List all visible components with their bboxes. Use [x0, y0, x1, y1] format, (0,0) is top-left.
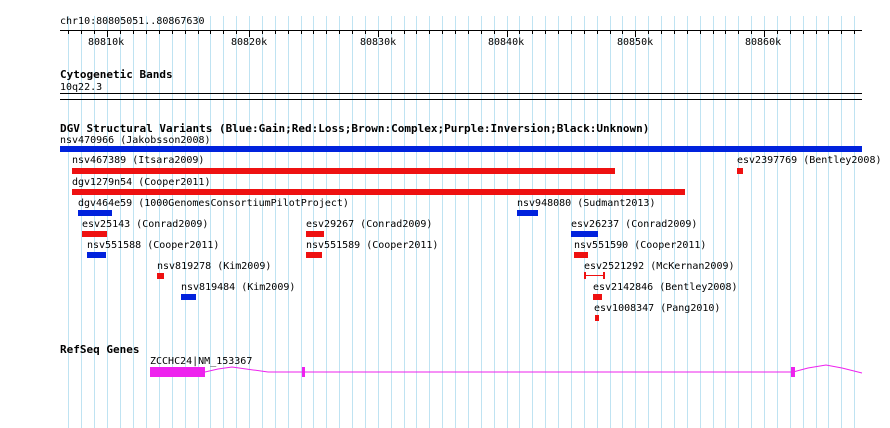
ruler-major-tick [107, 30, 108, 37]
loss-variant-bar[interactable] [593, 294, 602, 300]
loss-variant-bar[interactable] [82, 231, 107, 237]
variant-label[interactable]: nsv551590 (Cooper2011) [574, 240, 706, 251]
variant-label[interactable]: nsv470966 (Jakobsson2008) [60, 135, 211, 146]
cytoband-bottom-line [60, 99, 862, 100]
variant-label[interactable]: nsv551588 (Cooper2011) [87, 240, 219, 251]
ruler-tick-label: 80810k [88, 37, 125, 48]
ruler-major-tick [507, 30, 508, 37]
ruler-axis [60, 30, 862, 31]
loss-variant-bar[interactable] [737, 168, 743, 174]
variant-label[interactable]: nsv948080 (Sudmant2013) [517, 198, 655, 209]
ruler-tick-label: 80820k [231, 37, 268, 48]
variant-label[interactable]: nsv467389 (Itsara2009) [72, 155, 204, 166]
ruler-major-tick [764, 30, 765, 37]
variant-label[interactable]: nsv819278 (Kim2009) [157, 261, 271, 272]
variant-label[interactable]: dgv464e59 (1000GenomesConsortiumPilotPro… [78, 198, 349, 209]
gene-model[interactable] [0, 362, 890, 382]
variant-label[interactable]: esv29267 (Conrad2009) [306, 219, 432, 230]
genome-browser-view: chr10:80805051..80867630 80810k 80820k 8… [0, 0, 890, 428]
dgv-track-title: DGV Structural Variants (Blue:Gain;Red:L… [60, 122, 650, 135]
ruler-location: chr10:80805051..80867630 [60, 16, 205, 27]
ruler-tick-label: 80850k [617, 37, 654, 48]
variant-label[interactable]: esv2397769 (Bentley2008) [737, 155, 882, 166]
ruler-major-tick [378, 30, 379, 37]
loss-variant-bar[interactable] [157, 273, 164, 279]
loss-variant-bar[interactable] [306, 252, 322, 258]
gain-variant-bar[interactable] [78, 210, 112, 216]
variant-label[interactable]: nsv819484 (Kim2009) [181, 282, 295, 293]
gain-variant-bar[interactable] [87, 252, 106, 258]
variant-label[interactable]: esv1008347 (Pang2010) [594, 303, 720, 314]
cytobands-track-title: Cytogenetic Bands [60, 68, 173, 81]
ruler-tick-label: 80840k [488, 37, 525, 48]
loss-variant-bar[interactable] [306, 231, 324, 237]
loss-variant-bar[interactable] [574, 252, 588, 258]
variant-label[interactable]: dgv1279n54 (Cooper2011) [72, 177, 210, 188]
loss-variant-bar[interactable] [595, 315, 599, 321]
variant-label[interactable]: esv26237 (Conrad2009) [571, 219, 697, 230]
ruler-tick-label: 80830k [360, 37, 397, 48]
ruler-major-tick [635, 30, 636, 37]
cytoband-top-line [60, 93, 862, 94]
ruler-major-tick [249, 30, 250, 37]
variant-label[interactable]: nsv551589 (Cooper2011) [306, 240, 438, 251]
variant-label[interactable]: esv2142846 (Bentley2008) [593, 282, 738, 293]
variant-label[interactable]: esv25143 (Conrad2009) [82, 219, 208, 230]
loss-variant-bar[interactable] [72, 189, 685, 195]
gain-variant-bar[interactable] [60, 146, 862, 152]
ruler-tick-label: 80860k [745, 37, 782, 48]
cytoband-label: 10q22.3 [60, 82, 103, 93]
refseq-track-title: RefSeq Genes [60, 343, 140, 356]
variant-label[interactable]: esv2521292 (McKernan2009) [584, 261, 735, 272]
gain-variant-bar[interactable] [571, 231, 598, 237]
loss-variant-bar[interactable] [72, 168, 615, 174]
gain-variant-bar[interactable] [181, 294, 196, 300]
gain-variant-bar[interactable] [517, 210, 538, 216]
